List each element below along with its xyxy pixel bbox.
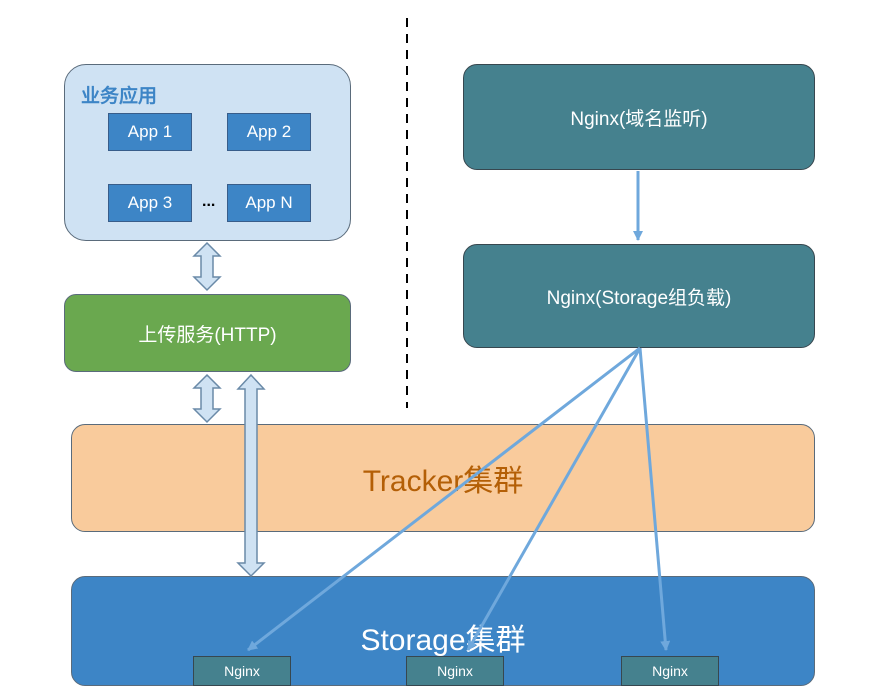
double-arrow-apps-upload [192, 241, 222, 292]
tracker-cluster-label: Tracker集群 [362, 465, 524, 498]
app-node-3: App 3 [108, 184, 192, 222]
apps-ellipsis: ... [202, 193, 216, 210]
storage-cluster-label: Storage集群 [360, 624, 526, 657]
app-node-n: App N [227, 184, 311, 222]
app-node-1: App 1 [108, 113, 192, 151]
business-apps-group: 业务应用 App 1 App 2 App 3 ... App N [64, 64, 351, 241]
storage-nginx-node-3: Nginx [621, 656, 719, 686]
storage-nginx-node-2: Nginx [406, 656, 504, 686]
upload-service-box: 上传服务(HTTP) [64, 294, 351, 372]
business-apps-title: 业务应用 [81, 86, 158, 107]
nginx-domain-box: Nginx(域名监听) [463, 64, 815, 170]
nginx-storage-lb-box: Nginx(Storage组负载) [463, 244, 815, 348]
tracker-cluster-box: Tracker集群 [71, 424, 815, 532]
nginx-domain-label: Nginx(域名监听) [570, 108, 708, 130]
double-arrow-upload-tracker [192, 373, 222, 424]
storage-nginx-node-1: Nginx [193, 656, 291, 686]
nginx-storage-lb-label: Nginx(Storage组负载) [546, 287, 732, 309]
app-node-2: App 2 [227, 113, 311, 151]
upload-service-label: 上传服务(HTTP) [138, 324, 277, 346]
